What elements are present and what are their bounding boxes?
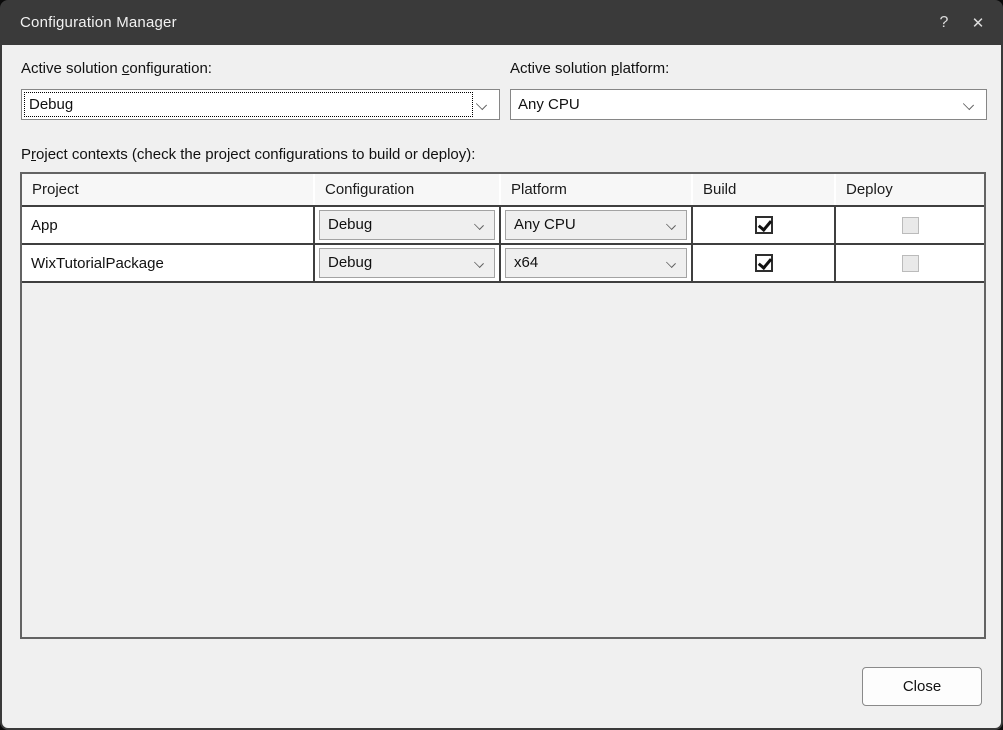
row-configuration-select[interactable]: Debug [319,248,495,278]
titlebar: Configuration Manager ? ✕ [0,0,1003,45]
focus-rectangle [24,92,473,117]
deploy-checkbox [902,255,919,272]
close-icon[interactable]: ✕ [961,6,995,40]
platform-cell: x64 [501,245,693,281]
help-icon[interactable]: ? [927,6,961,40]
build-cell [693,207,836,243]
dialog-body: Active solution configuration: Active so… [2,45,1001,728]
configuration-cell: Debug [315,207,501,243]
active-platform-select[interactable]: Any CPU [510,89,987,120]
active-platform-label: Active solution platform: [510,60,669,77]
deploy-cell [836,245,984,281]
chevron-down-icon [476,99,487,110]
grid-header-row: Project Configuration Platform Build Dep… [22,174,984,207]
build-checkbox[interactable] [755,254,773,272]
deploy-checkbox [902,217,919,234]
chevron-down-icon [474,220,484,230]
row-configuration-select[interactable]: Debug [319,210,495,240]
column-header-platform: Platform [501,174,693,205]
column-header-build: Build [693,174,836,205]
deploy-cell [836,207,984,243]
active-platform-value: Any CPU [518,90,580,119]
chevron-down-icon [963,99,974,110]
table-row: App Debug Any CPU [22,207,984,245]
close-button[interactable]: Close [862,667,982,706]
row-platform-select[interactable]: x64 [505,248,687,278]
chevron-down-icon [666,258,676,268]
project-contexts-label: Project contexts (check the project conf… [21,146,475,163]
row-configuration-value: Debug [328,211,372,239]
build-checkbox[interactable] [755,216,773,234]
row-configuration-value: Debug [328,249,372,277]
row-platform-select[interactable]: Any CPU [505,210,687,240]
configuration-manager-dialog: Configuration Manager ? ✕ Active solutio… [0,0,1003,730]
project-name-cell: WixTutorialPackage [22,245,315,281]
build-cell [693,245,836,281]
platform-cell: Any CPU [501,207,693,243]
column-header-project: Project [22,174,315,205]
row-platform-value: Any CPU [514,211,576,239]
active-configuration-label: Active solution configuration: [21,60,212,77]
column-header-configuration: Configuration [315,174,501,205]
row-platform-value: x64 [514,249,538,277]
configuration-cell: Debug [315,245,501,281]
chevron-down-icon [666,220,676,230]
window-title: Configuration Manager [20,14,177,31]
window-controls: ? ✕ [927,6,1003,40]
active-configuration-select[interactable]: Debug [21,89,500,120]
chevron-down-icon [474,258,484,268]
column-header-deploy: Deploy [836,174,984,205]
project-contexts-grid: Project Configuration Platform Build Dep… [20,172,986,639]
project-name-cell: App [22,207,315,243]
table-row: WixTutorialPackage Debug x64 [22,245,984,283]
